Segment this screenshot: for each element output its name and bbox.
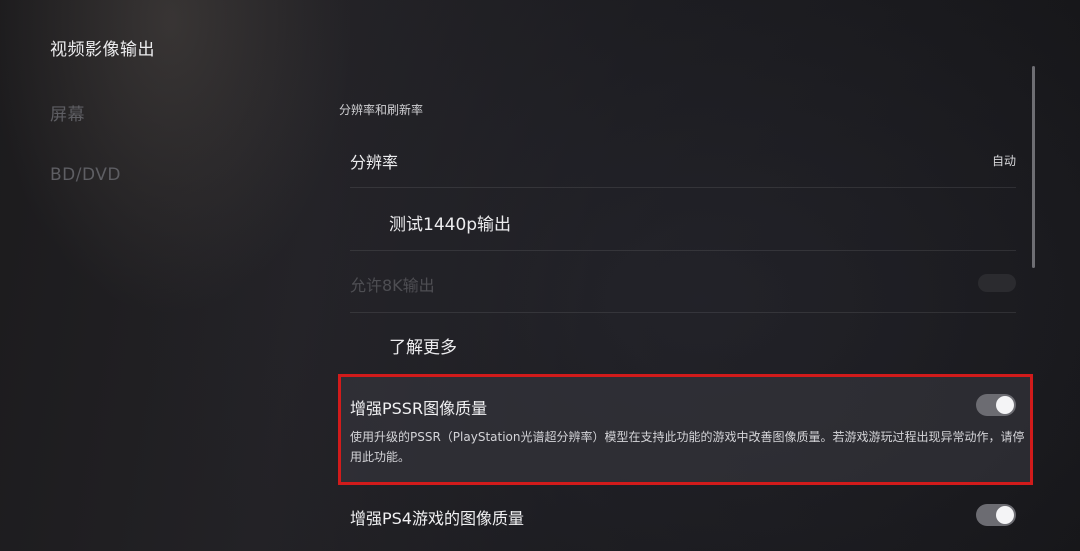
- nav-item-screen[interactable]: 屏幕: [50, 100, 85, 125]
- nav-item-video-output[interactable]: 视频影像输出: [50, 35, 155, 60]
- toggle-knob: [996, 396, 1014, 414]
- allow-8k-row: 允许8K输出: [338, 262, 1030, 304]
- pssr-description: 使用升级的PSSR（PlayStation光谱超分辨率）模型在支持此功能的游戏中…: [350, 430, 1025, 464]
- divider: [350, 187, 1016, 188]
- section-title: 分辨率和刷新率: [339, 103, 424, 117]
- ps4-quality-label: 增强PS4游戏的图像质量: [350, 509, 524, 528]
- scrollbar[interactable]: [1032, 66, 1035, 268]
- test-1440p-row[interactable]: 测试1440p输出: [338, 200, 1030, 242]
- pssr-toggle[interactable]: [976, 394, 1016, 416]
- ps4-quality-toggle[interactable]: [976, 504, 1016, 526]
- toggle-knob: [996, 506, 1014, 524]
- nav-item-bd-dvd[interactable]: BD/DVD: [50, 165, 121, 185]
- allow-8k-toggle: [978, 274, 1016, 292]
- learn-more-label: 了解更多: [389, 338, 457, 358]
- allow-8k-label: 允许8K输出: [350, 276, 435, 295]
- settings-screen: 视频影像输出 屏幕 BD/DVD 分辨率和刷新率 分辨率 自动 测试1440p输…: [0, 0, 1080, 551]
- divider: [350, 250, 1016, 251]
- resolution-label: 分辨率: [350, 153, 399, 172]
- divider: [350, 312, 1016, 313]
- test-1440p-label: 测试1440p输出: [389, 215, 512, 235]
- resolution-row[interactable]: 分辨率 自动: [338, 140, 1030, 180]
- resolution-value: 自动: [991, 154, 1016, 168]
- left-nav: 视频影像输出 屏幕 BD/DVD: [0, 0, 300, 551]
- pssr-label: 增强PSSR图像质量: [350, 399, 488, 418]
- learn-more-row[interactable]: 了解更多: [338, 323, 1030, 365]
